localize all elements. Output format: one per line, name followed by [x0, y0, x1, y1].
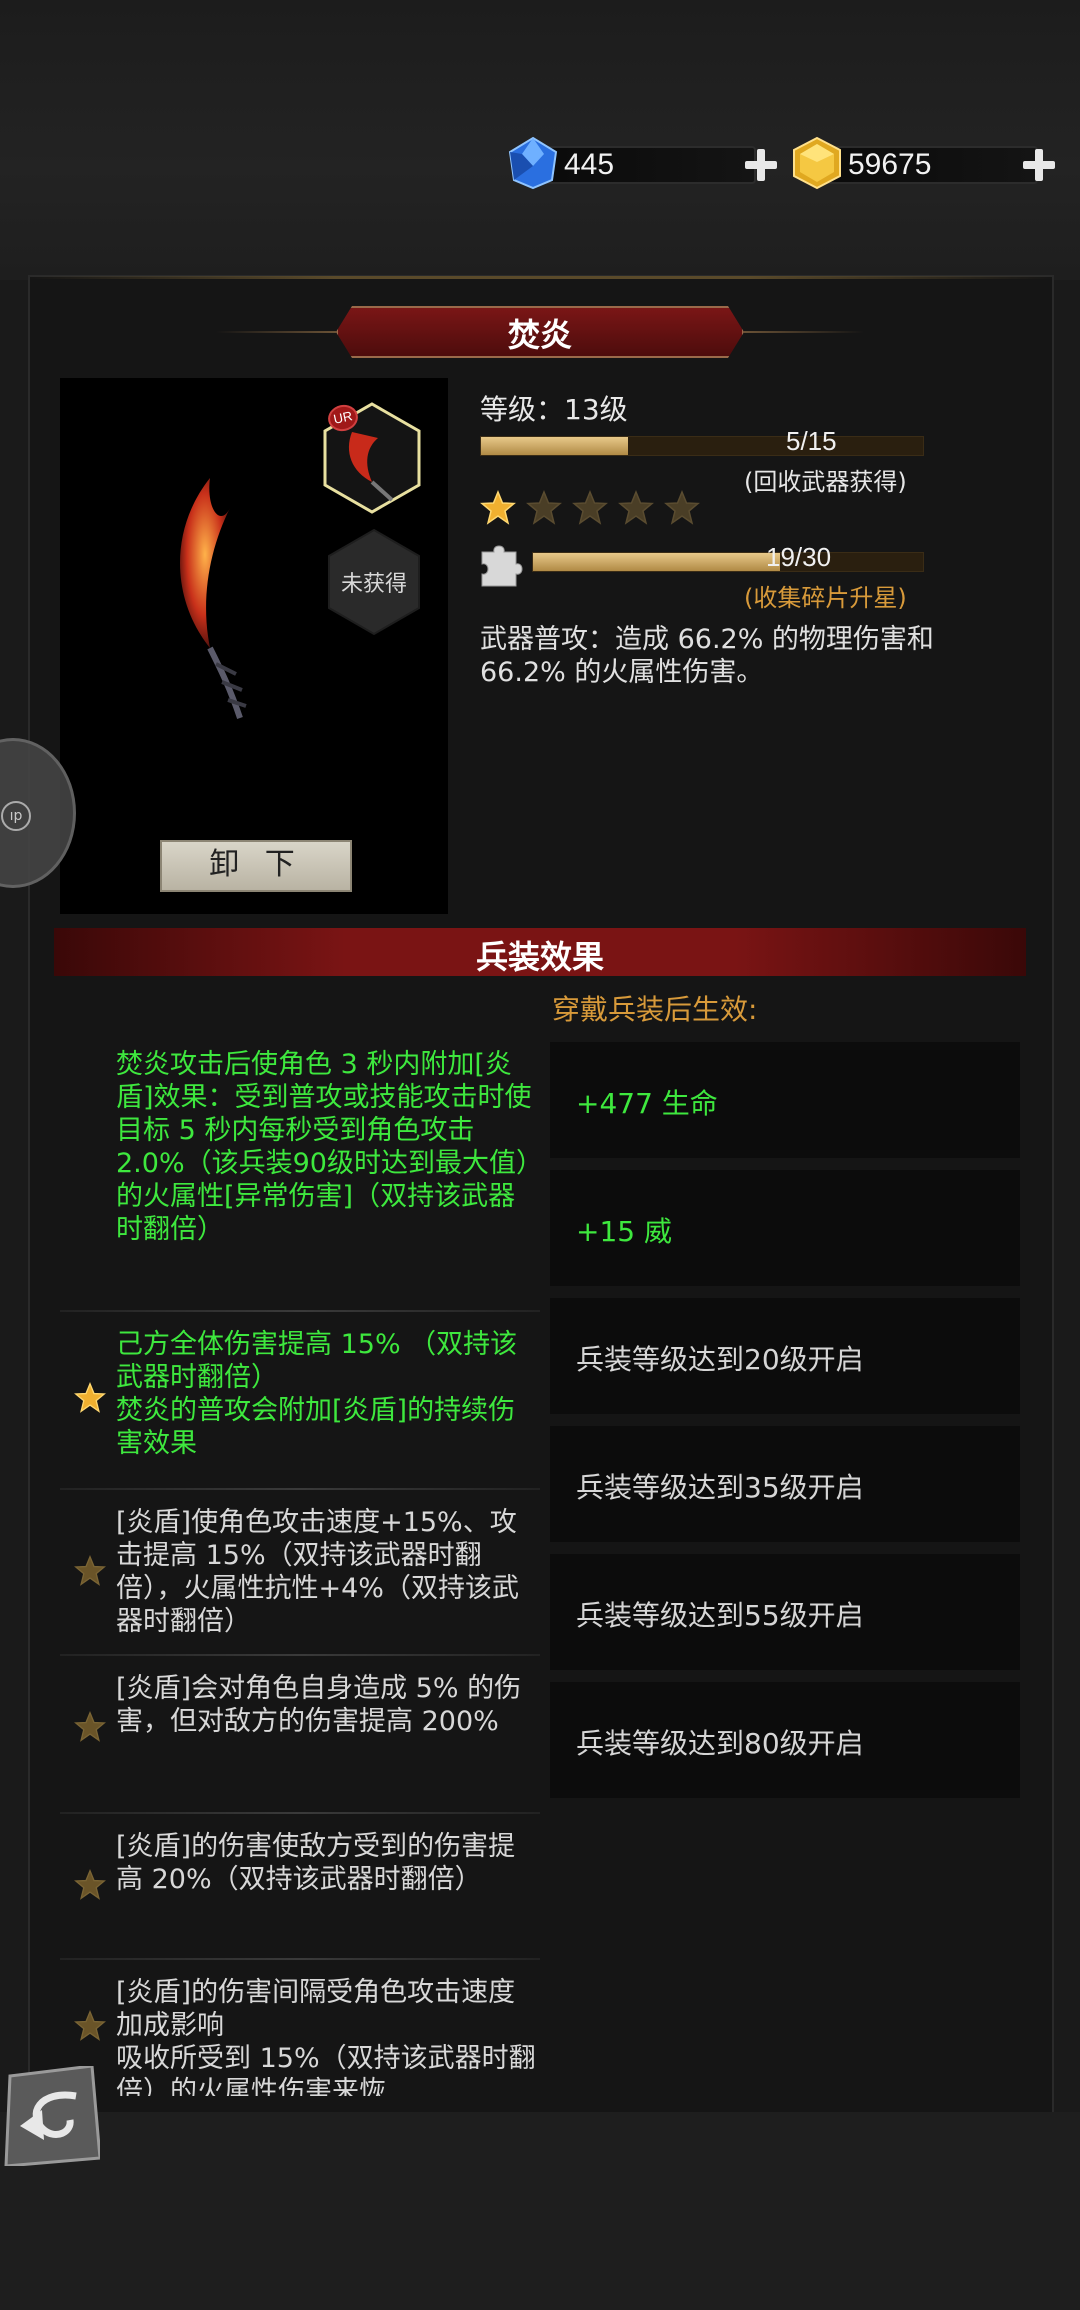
effects-title: 兵装效果	[475, 938, 604, 976]
star-filled-icon	[480, 490, 516, 525]
blue-gem-icon	[508, 136, 558, 190]
star-empty-icon	[572, 490, 608, 525]
stat-bonus-box: 兵装等级达到55级开启	[550, 1554, 1020, 1670]
effect-text: [炎盾]的伤害间隔受角色攻击速度加成影响 吸收所受到 15%（双持该武器时翻倍）…	[116, 1977, 536, 2096]
diamond-currency: 445	[506, 136, 777, 190]
star-dim-icon	[74, 1555, 106, 1586]
star-rating	[480, 490, 700, 526]
stat-bonus-text: +15 威	[576, 1215, 672, 1248]
effect-divider	[60, 1310, 540, 1312]
stat-bonus-box: +15 威	[550, 1170, 1020, 1286]
star-dim-icon	[74, 1869, 106, 1900]
weapon-level: 等级：13级	[480, 393, 628, 426]
effect-text: 焚炎攻击后使角色 3 秒内附加[炎盾]效果：受到普攻或技能攻击时使目标 5 秒内…	[116, 1049, 532, 1245]
unequip-button[interactable]: 卸 下	[160, 840, 352, 892]
stat-bonus-text: 兵装等级达到80级开启	[576, 1727, 864, 1760]
gold-currency: 59675	[790, 136, 1060, 190]
weapon-name: 焚炎	[507, 316, 572, 354]
attack-description: 武器普攻：造成 66.2% 的物理伤害和 66.2% 的火属性伤害。	[480, 624, 934, 688]
star-dim-icon	[74, 1711, 106, 1742]
effect-item: [炎盾]会对角色自身造成 5% 的伤害，但对敌方的伤害提高 200%	[60, 1672, 540, 1802]
effect-divider	[60, 1488, 540, 1490]
stat-bonus-box: 兵装等级达到20级开启	[550, 1298, 1020, 1414]
add-gold-button[interactable]	[1020, 146, 1058, 184]
effect-divider	[60, 1654, 540, 1656]
gold-count: 59675	[848, 148, 932, 181]
shard-progress-note: (收集碎片升星)	[744, 584, 907, 612]
level-progress-bar	[480, 436, 924, 456]
effect-divider	[60, 1812, 540, 1814]
effect-item: [炎盾]的伤害间隔受角色攻击速度加成影响 吸收所受到 15%（双持该武器时翻倍）…	[60, 1976, 540, 2096]
effect-item: 焚炎攻击后使角色 3 秒内附加[炎盾]效果：受到普攻或技能攻击时使目标 5 秒内…	[60, 1048, 540, 1318]
star-dim-icon	[74, 2010, 106, 2041]
puzzle-piece-icon	[481, 545, 523, 587]
effect-item: 己方全体伤害提高 15% （双持该武器时翻倍） 焚炎的普攻会附加[炎盾]的持续伤…	[60, 1328, 540, 1488]
bottom-bar	[0, 2112, 1080, 2310]
wear-note: 穿戴兵装后生效:	[552, 993, 758, 1026]
effect-text: [炎盾]的伤害使敌方受到的伤害提高 20%（双持该武器时翻倍）	[116, 1831, 516, 1895]
star-filled-icon	[74, 1382, 106, 1413]
flame-blade-image	[180, 478, 247, 719]
stat-bonus-text: 兵装等级达到55级开启	[576, 1599, 864, 1632]
star-empty-icon	[618, 490, 654, 525]
gold-gem-icon	[793, 136, 841, 190]
diamond-count: 445	[564, 148, 615, 181]
effect-item: [炎盾]使角色攻击速度+15%、攻击提高 15%（双持该武器时翻倍），火属性抗性…	[60, 1506, 540, 1656]
effect-text: 己方全体伤害提高 15% （双持该武器时翻倍） 焚炎的普攻会附加[炎盾]的持续伤…	[116, 1329, 518, 1459]
shard-progress-bar	[532, 552, 924, 572]
panel-top-divider	[28, 276, 1054, 279]
back-arrow-icon[interactable]	[0, 2066, 100, 2166]
unowned-label: 未获得	[340, 572, 407, 597]
star-empty-icon	[664, 490, 700, 525]
star-empty-icon	[526, 490, 562, 525]
add-diamond-button[interactable]	[742, 146, 780, 184]
effect-text: [炎盾]会对角色自身造成 5% 的伤害，但对敌方的伤害提高 200%	[116, 1673, 522, 1737]
shard-progress-text: 19/30	[766, 542, 832, 572]
stat-bonus-text: 兵装等级达到35级开启	[576, 1471, 864, 1504]
effect-divider	[60, 1958, 540, 1960]
assist-icon: ıp	[1, 801, 31, 831]
level-progress-text: 5/15	[786, 426, 837, 456]
effect-text: [炎盾]使角色攻击速度+15%、攻击提高 15%（双持该武器时翻倍），火属性抗性…	[116, 1507, 519, 1637]
stat-bonus-box: 兵装等级达到80级开启	[550, 1682, 1020, 1798]
stat-bonus-box: +477 生命	[550, 1042, 1020, 1158]
stat-bonus-text: 兵装等级达到20级开启	[576, 1343, 864, 1376]
stat-bonus-text: +477 生命	[576, 1087, 718, 1120]
stat-bonus-box: 兵装等级达到35级开启	[550, 1426, 1020, 1542]
effect-item: [炎盾]的伤害使敌方受到的伤害提高 20%（双持该武器时翻倍）	[60, 1830, 540, 1960]
level-progress-note: (回收武器获得)	[744, 468, 907, 496]
